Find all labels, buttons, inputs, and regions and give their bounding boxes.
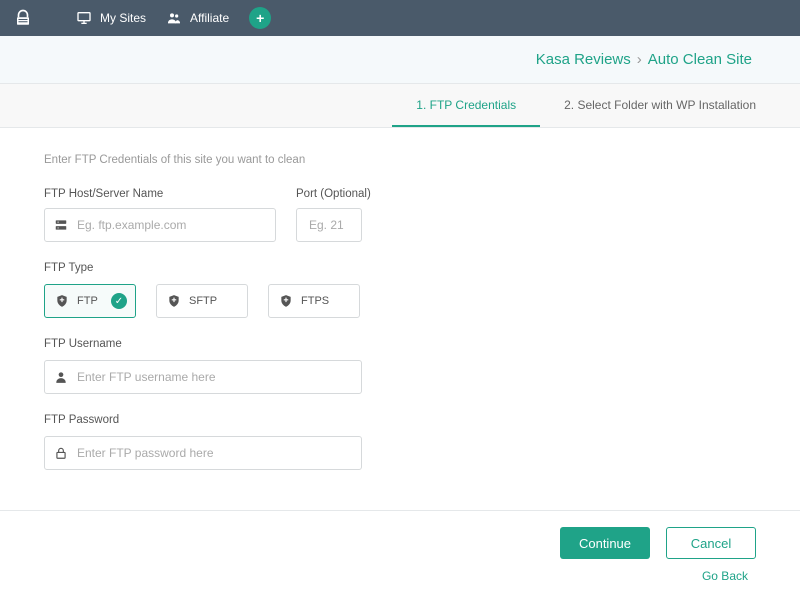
type-option-ftp[interactable]: FTP ✓ [44, 284, 136, 318]
password-input[interactable] [77, 437, 361, 469]
go-back-link[interactable]: Go Back [702, 569, 756, 583]
monitor-icon [76, 10, 92, 26]
add-button[interactable]: + [249, 7, 271, 29]
breadcrumb: Kasa Reviews › Auto Clean Site [0, 36, 800, 84]
field-host: FTP Host/Server Name [44, 188, 276, 242]
person-icon [45, 370, 77, 384]
host-input[interactable] [77, 209, 275, 241]
plus-icon: + [256, 10, 264, 26]
field-type: FTP Type FTP ✓ SFTP FTPS [44, 262, 756, 318]
type-label: FTP Type [44, 262, 756, 274]
username-input[interactable] [77, 361, 361, 393]
continue-button[interactable]: Continue [560, 527, 650, 559]
type-option-label: FTP [77, 295, 98, 307]
continue-button-label: Continue [579, 536, 631, 551]
port-input[interactable] [297, 209, 474, 241]
form-area: Enter FTP Credentials of this site you w… [0, 128, 800, 490]
type-option-label: SFTP [189, 295, 217, 307]
username-label: FTP Username [44, 338, 756, 350]
logo-lock-icon [14, 9, 32, 27]
breadcrumb-separator: › [637, 51, 642, 68]
step-tab-select-folder[interactable]: 2. Select Folder with WP Installation [540, 84, 780, 127]
type-option-label: FTPS [301, 295, 329, 307]
type-option-ftps[interactable]: FTPS [268, 284, 360, 318]
steps-bar: 1. FTP Credentials 2. Select Folder with… [0, 84, 800, 128]
shield-plus-icon [55, 294, 69, 308]
step-tab-credentials[interactable]: 1. FTP Credentials [392, 84, 540, 127]
breadcrumb-site[interactable]: Kasa Reviews [536, 51, 631, 68]
footer: Continue Cancel Go Back [0, 510, 800, 589]
nav-my-sites-label: My Sites [100, 11, 146, 25]
step-tab-label: 1. FTP Credentials [416, 98, 516, 112]
field-username: FTP Username [44, 338, 756, 394]
nav-affiliate[interactable]: Affiliate [166, 10, 229, 26]
step-tab-label: 2. Select Folder with WP Installation [564, 98, 756, 112]
top-nav: My Sites Affiliate + [0, 0, 800, 36]
breadcrumb-page: Auto Clean Site [648, 51, 752, 68]
lock-icon [45, 446, 77, 460]
host-input-wrap [44, 208, 276, 242]
port-input-wrap [296, 208, 362, 242]
type-option-sftp[interactable]: SFTP [156, 284, 248, 318]
field-port: Port (Optional) [296, 188, 371, 242]
shield-plus-icon [167, 294, 181, 308]
people-icon [166, 10, 182, 26]
shield-plus-icon [279, 294, 293, 308]
server-icon [45, 218, 77, 232]
form-intro-text: Enter FTP Credentials of this site you w… [44, 154, 756, 166]
password-input-wrap [44, 436, 362, 470]
field-password: FTP Password [44, 414, 756, 470]
username-input-wrap [44, 360, 362, 394]
nav-my-sites[interactable]: My Sites [76, 10, 146, 26]
password-label: FTP Password [44, 414, 756, 426]
nav-affiliate-label: Affiliate [190, 11, 229, 25]
port-label: Port (Optional) [296, 188, 371, 200]
cancel-button-label: Cancel [691, 536, 731, 551]
host-label: FTP Host/Server Name [44, 188, 276, 200]
cancel-button[interactable]: Cancel [666, 527, 756, 559]
check-icon: ✓ [111, 293, 127, 309]
